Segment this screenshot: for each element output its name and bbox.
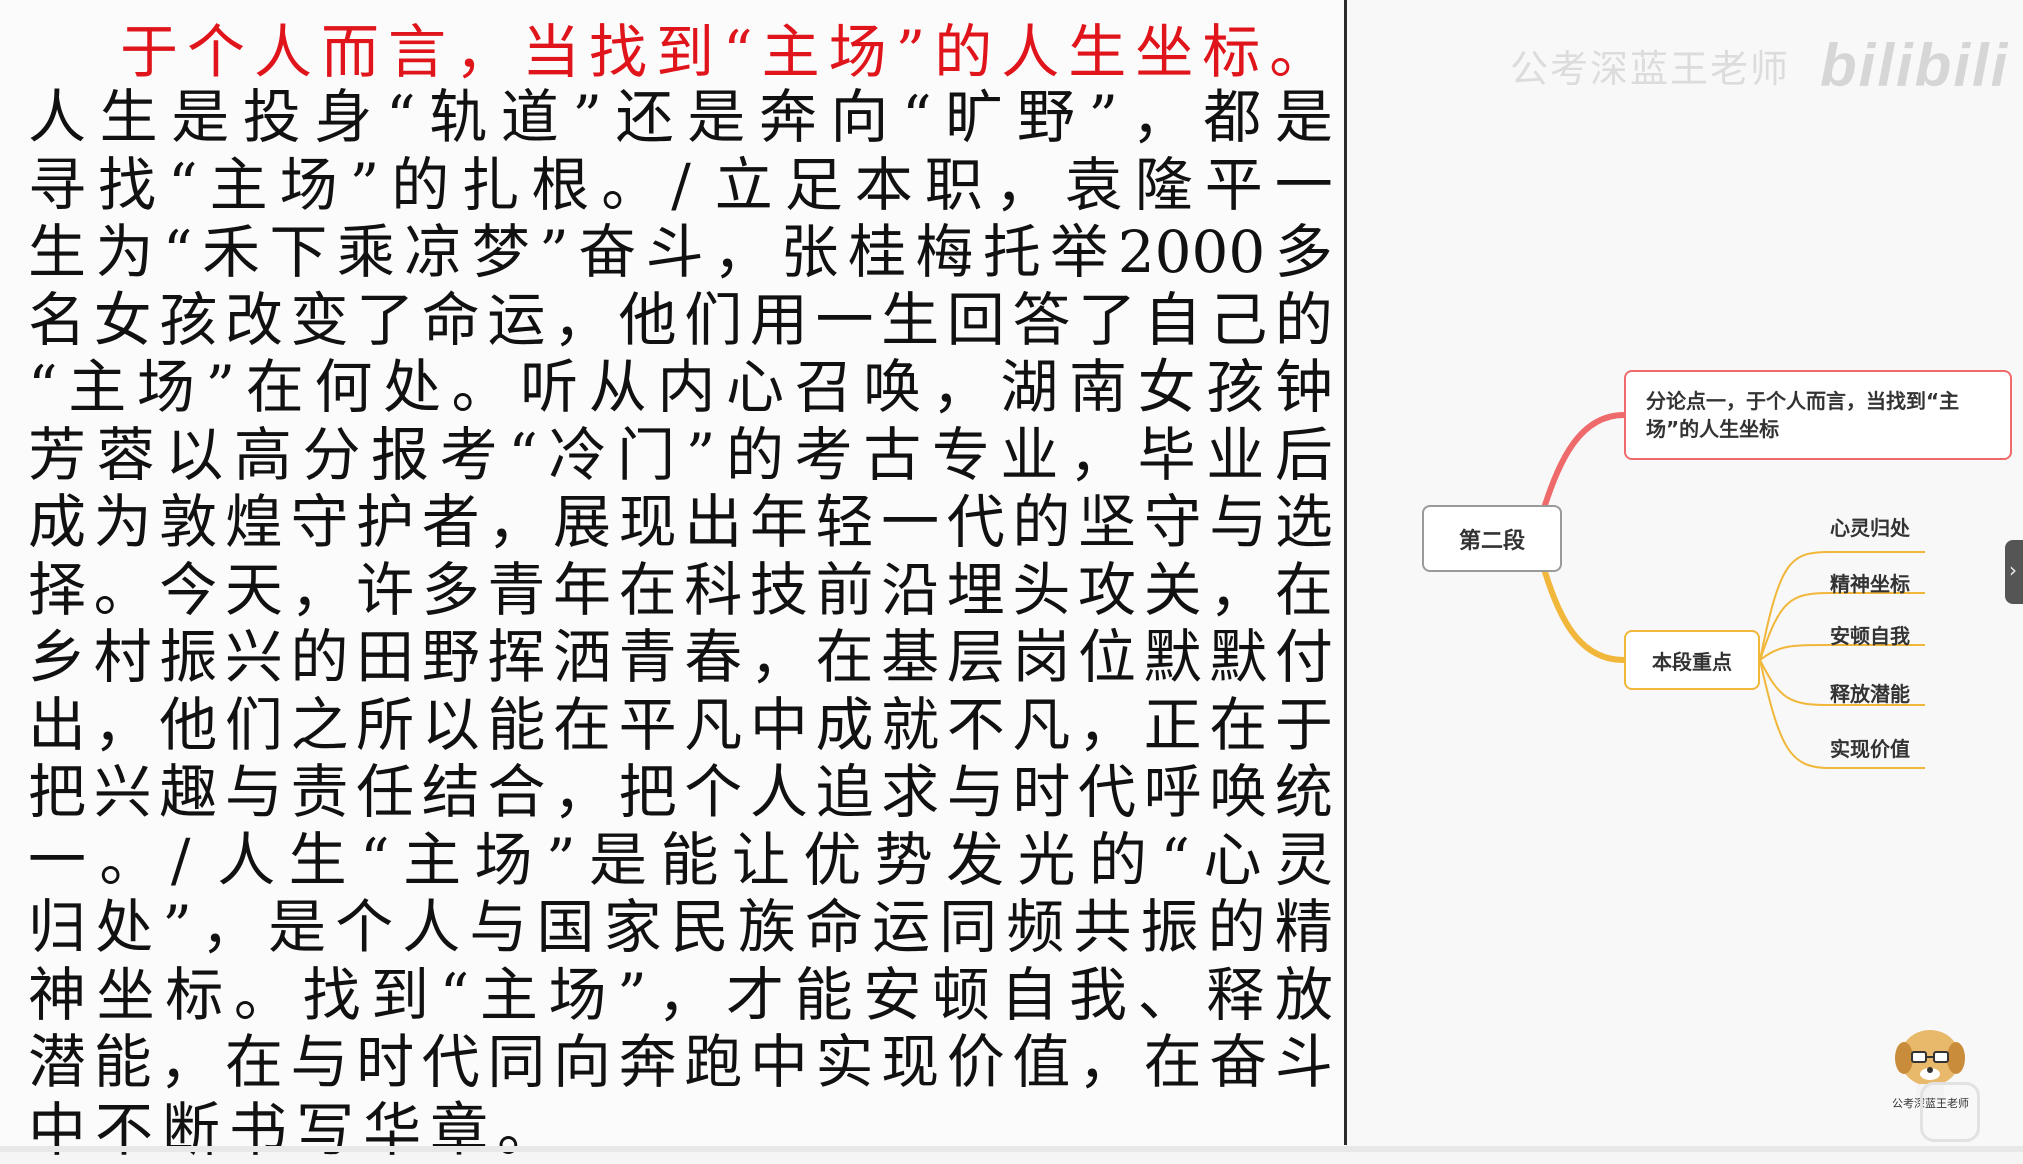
point-branch-line: [1545, 415, 1624, 505]
mindmap-leaf: 精神坐标: [1830, 568, 1910, 597]
point-line-1: 分论点一，于个人而言，当找到“主: [1646, 387, 1959, 415]
mindmap-focus-node: 本段重点: [1624, 630, 1760, 690]
mindmap-leaf: 释放潜能: [1830, 678, 1910, 707]
side-panel-toggle[interactable]: ›: [2005, 540, 2023, 604]
focus-branch-line: [1545, 572, 1624, 660]
mindmap-leaf: 实现价值: [1830, 733, 1910, 762]
mindmap-leaf: 心灵归处: [1830, 512, 1910, 541]
mindmap-connectors: [0, 0, 2023, 1152]
video-frame: 于个人而言，当找到“主场”的人生坐标。 人生是投身“轨道”还是奔向“旷野”，都是…: [0, 0, 2023, 1152]
mindmap-root-node: 第二段: [1422, 505, 1562, 572]
bottom-strip: [0, 1146, 2023, 1152]
mindmap-point-node: 分论点一，于个人而言，当找到“主 场”的人生坐标: [1624, 370, 2012, 460]
play-icon[interactable]: [1920, 1082, 1980, 1142]
chevron-right-icon: ›: [2009, 558, 2017, 582]
mindmap-leaf: 安顿自我: [1830, 620, 1910, 649]
point-line-2: 场”的人生坐标: [1646, 415, 1959, 443]
